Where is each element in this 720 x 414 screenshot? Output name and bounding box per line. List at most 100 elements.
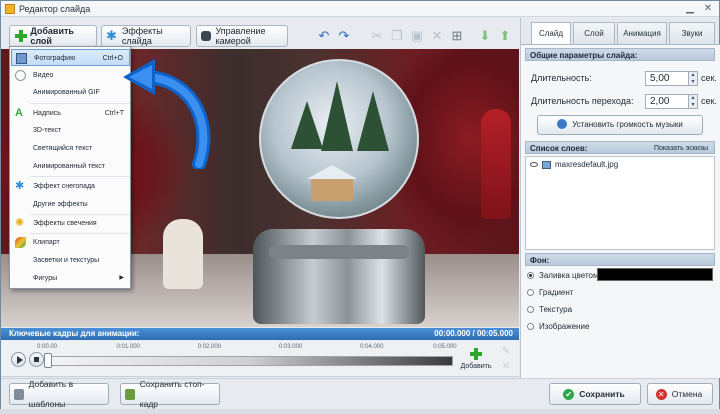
tab-animation[interactable]: Анимация: [617, 22, 667, 44]
tab-slide[interactable]: Слайд: [531, 22, 571, 45]
redo-icon[interactable]: ↷: [334, 26, 354, 46]
play-button[interactable]: [11, 352, 26, 367]
menu-item-label: Фигуры: [33, 275, 58, 282]
layer-name: maxresdefault.jpg: [555, 160, 619, 169]
menu-item-label: 3D-текст: [33, 127, 62, 134]
menu-item-shapes[interactable]: Фигуры ▶: [11, 270, 130, 287]
menu-item-animated-text[interactable]: Анимированный текст: [11, 158, 130, 175]
cancel-button[interactable]: ✕ Отмена: [647, 383, 713, 405]
menu-item-label: Видео: [33, 72, 54, 79]
duration-input[interactable]: 5,00: [645, 71, 689, 86]
menu-item-snowfall[interactable]: ✱ Эффект снегопада: [11, 178, 130, 195]
transition-label: Длительность перехода:: [531, 96, 634, 106]
menu-item-textures[interactable]: Засветки и текстуры: [11, 252, 130, 269]
move-up-icon[interactable]: ⬆: [495, 26, 515, 46]
menu-item-caption[interactable]: A Надпись Ctrl+T: [11, 105, 130, 122]
glow-icon: ✺: [15, 217, 25, 229]
bg-option-fill[interactable]: Заливка цветом: [527, 271, 598, 280]
radio-icon: [527, 289, 534, 296]
menu-item-clipart[interactable]: Клипарт: [11, 234, 130, 251]
menu-item-label: Эффекты свечения: [33, 220, 97, 227]
menu-item-label: Другие эффекты: [33, 201, 88, 208]
tab-layer[interactable]: Слой: [573, 22, 615, 44]
add-keyframe-button[interactable]: Добавить: [459, 345, 493, 375]
move-down-icon[interactable]: ⬇: [475, 26, 495, 46]
grid-icon[interactable]: ⊞: [447, 26, 467, 46]
menu-item-label: Светящийся текст: [33, 145, 93, 152]
tab-sounds[interactable]: Звуки: [669, 22, 715, 44]
speaker-icon: [557, 119, 568, 129]
menu-item-gif[interactable]: Анимированный GIF: [11, 84, 130, 101]
close-icon[interactable]: ✕: [701, 3, 715, 15]
visibility-icon[interactable]: [530, 162, 538, 167]
timeline-playhead[interactable]: [44, 353, 52, 368]
copy-icon[interactable]: ❐: [387, 26, 407, 46]
app-icon: [5, 4, 15, 14]
menu-item-video[interactable]: Видео: [11, 67, 130, 84]
duration-unit: сек.: [701, 73, 717, 83]
undo-icon[interactable]: ↶: [314, 26, 334, 46]
transition-stepper[interactable]: ▲ ▼: [689, 94, 698, 109]
duration-stepper[interactable]: ▲ ▼: [689, 71, 698, 86]
save-frame-label: Сохранить стоп-кадр: [139, 379, 205, 409]
plus-icon: [14, 29, 28, 43]
save-frame-button[interactable]: Сохранить стоп-кадр: [120, 379, 220, 409]
list-item[interactable]: maxresdefault.jpg: [530, 160, 618, 169]
tree-shape: [291, 101, 323, 149]
camera-control-label: Управление камерой: [215, 26, 266, 46]
slide-params-header: Общие параметры слайда:: [525, 48, 715, 61]
properties-tabs: Слайд Слой Анимация Звуки: [521, 22, 720, 45]
house-shape: [307, 165, 357, 201]
keyframes-header: Ключевые кадры для анимации: 00:00.000 /…: [1, 328, 519, 340]
toolbar: Добавить слой ✱ Эффекты слайда Управлени…: [1, 18, 519, 48]
show-thumbnails-link[interactable]: Показать эскизы: [654, 142, 708, 155]
bg-option-gradient[interactable]: Градиент: [527, 288, 573, 297]
menu-item-other-effects[interactable]: Другие эффекты: [11, 196, 130, 213]
menu-separator: [30, 176, 130, 177]
tick-label: 0:02.000: [197, 344, 222, 350]
photo-icon: [16, 53, 27, 64]
menu-item-label: Анимированный GIF: [33, 89, 100, 96]
clipart-icon: [15, 237, 26, 248]
fill-color-swatch[interactable]: [597, 268, 713, 281]
menu-item-photo[interactable]: Фотографию Ctrl+O: [11, 49, 130, 66]
save-button[interactable]: ✔ Сохранить: [549, 383, 641, 405]
menu-item-label: Фотографию: [34, 55, 76, 62]
radio-selected-icon: [527, 272, 534, 279]
menu-separator: [30, 103, 130, 104]
cut-icon[interactable]: ✂: [367, 26, 387, 46]
tick-label: 0:03.000: [278, 344, 303, 350]
edit-keyframe-icon[interactable]: ✎: [499, 346, 513, 358]
timeline-track[interactable]: [47, 356, 453, 366]
menu-item-3d-text[interactable]: 3D-текст: [11, 122, 130, 139]
slide-effects-button[interactable]: ✱ Эффекты слайда: [101, 25, 191, 47]
bg-option-texture[interactable]: Текстура: [527, 305, 572, 314]
bg-option-image[interactable]: Изображение: [527, 322, 589, 331]
minimize-icon[interactable]: ▁: [683, 3, 697, 15]
add-layer-label: Добавить слой: [30, 26, 74, 46]
music-volume-button[interactable]: Установить громкость музыки: [537, 115, 703, 135]
add-layer-button[interactable]: Добавить слой: [9, 25, 97, 47]
transition-input[interactable]: 2,00: [645, 94, 689, 109]
radio-icon: [527, 323, 534, 330]
add-to-templates-button[interactable]: Добавить в шаблоны: [9, 379, 109, 409]
add-keyframe-label: Добавить: [460, 363, 492, 370]
snowflake-icon: ✱: [106, 28, 117, 43]
menu-item-label: Надпись: [33, 110, 61, 117]
frame-icon: [125, 388, 135, 400]
camera-control-button[interactable]: Управление камерой: [196, 25, 288, 47]
plus-icon: [469, 347, 483, 361]
delete-icon[interactable]: ✕: [427, 26, 447, 46]
menu-item-glow-effects[interactable]: ✺ Эффекты свечения: [11, 215, 130, 232]
cancel-icon: ✕: [655, 388, 667, 400]
stop-button[interactable]: [29, 352, 44, 367]
menu-item-glow-text[interactable]: Светящийся текст: [11, 140, 130, 157]
menu-item-label: Засветки и текстуры: [33, 257, 100, 264]
paste-icon[interactable]: ▣: [407, 26, 427, 46]
delete-keyframe-icon[interactable]: ✕: [499, 361, 513, 373]
layers-title: Список слоев:: [530, 144, 588, 153]
layers-header: Список слоев: Показать эскизы: [525, 141, 715, 154]
template-icon: [14, 388, 24, 400]
layers-list: maxresdefault.jpg: [525, 156, 715, 250]
tick-label: 0:05.000: [433, 344, 457, 350]
